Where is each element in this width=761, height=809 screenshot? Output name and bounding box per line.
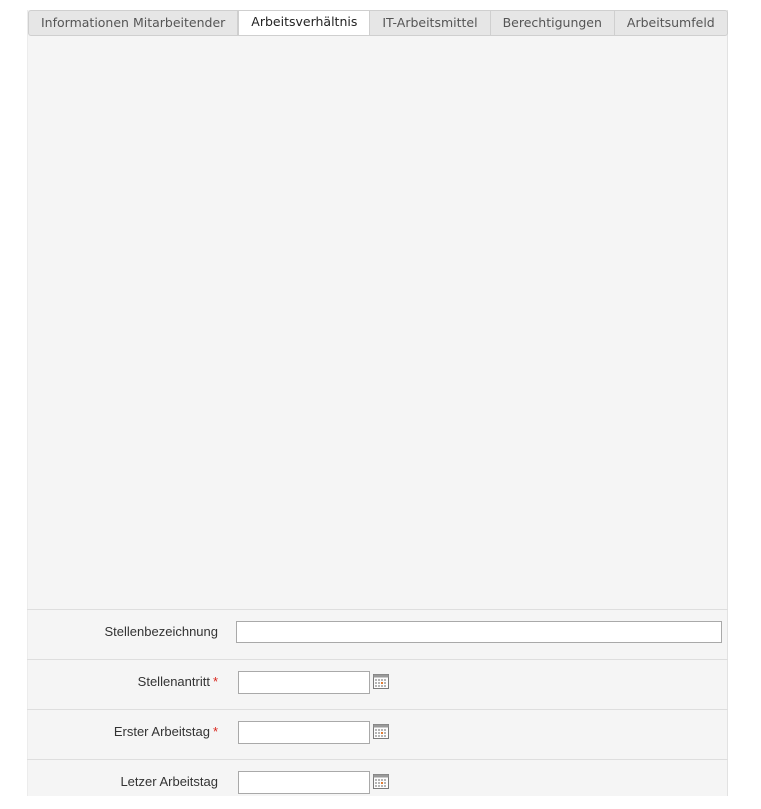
last-workday-date-input[interactable] bbox=[238, 771, 370, 794]
job-title-input[interactable] bbox=[236, 621, 722, 643]
job-start-label: Stellenantritt * bbox=[138, 674, 218, 689]
form-row-last-workday: Letzer Arbeitstag bbox=[27, 759, 728, 809]
first-workday-label-text: Erster Arbeitstag bbox=[113, 724, 210, 739]
last-workday-label-text: Letzer Arbeitstag bbox=[120, 774, 218, 789]
job-start-label-text: Stellenantritt bbox=[137, 674, 210, 689]
form-row-first-workday: Erster Arbeitstag * bbox=[27, 709, 728, 759]
form-row-job-title: Stellenbezeichnung bbox=[27, 609, 728, 659]
tab-berechtigungen[interactable]: Berechtigungen bbox=[491, 11, 615, 35]
job-title-label: Stellenbezeichnung bbox=[105, 624, 218, 639]
last-workday-label: Letzer Arbeitstag bbox=[120, 774, 218, 789]
required-marker: * bbox=[212, 724, 218, 739]
calendar-icon[interactable] bbox=[373, 674, 389, 689]
job-title-label-text: Stellenbezeichnung bbox=[104, 624, 218, 639]
tab-it-arbeitsmittel[interactable]: IT-Arbeitsmittel bbox=[370, 11, 491, 35]
first-workday-date-input[interactable] bbox=[238, 721, 370, 744]
calendar-icon[interactable] bbox=[373, 774, 389, 789]
calendar-icon[interactable] bbox=[373, 724, 389, 739]
required-marker: * bbox=[212, 674, 218, 689]
first-workday-label: Erster Arbeitstag * bbox=[114, 724, 218, 739]
tab-arbeitsverhaeltnis[interactable]: Arbeitsverhältnis bbox=[238, 11, 371, 35]
form-row-job-start: Stellenantritt * bbox=[27, 659, 728, 709]
tab-bar: Informationen Mitarbeitender Arbeitsverh… bbox=[28, 10, 728, 36]
job-start-date-input[interactable] bbox=[238, 671, 370, 694]
tab-arbeitsumfeld[interactable]: Arbeitsumfeld bbox=[615, 11, 727, 35]
tab-informationen-mitarbeitender[interactable]: Informationen Mitarbeitender bbox=[29, 11, 239, 35]
